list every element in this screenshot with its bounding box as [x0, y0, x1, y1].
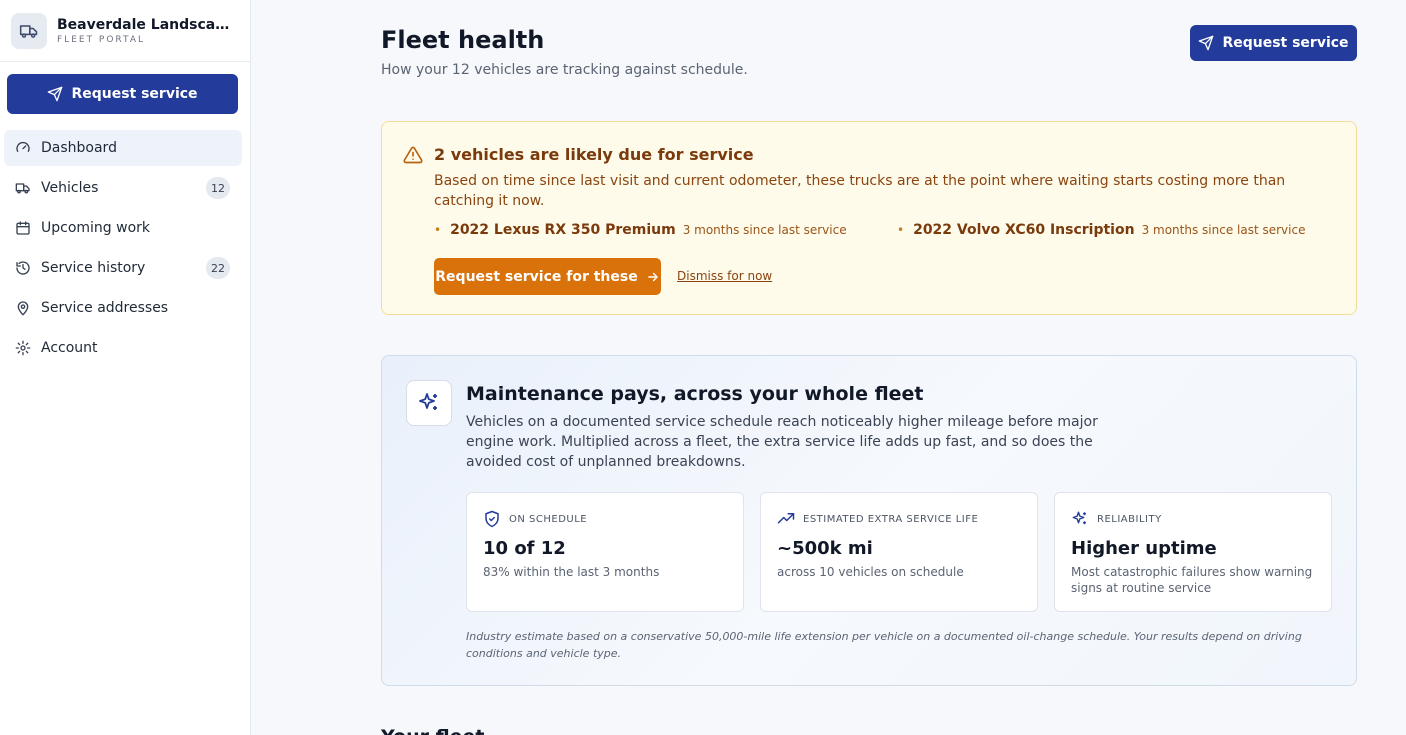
vehicle-last-service: 3 months since last service [1141, 223, 1306, 237]
sidebar-item-label: Service addresses [41, 300, 169, 316]
request-service-for-these-button[interactable]: Request service for these [434, 258, 661, 295]
arrow-right-icon [647, 272, 658, 281]
service-due-alert: 2 vehicles are likely due for service Ba… [381, 121, 1357, 315]
vehicle-name: 2022 Volvo XC60 Inscription [913, 222, 1135, 238]
stat-card-extra-service-life: ESTIMATED EXTRA SERVICE LIFE ~500k mi ac… [760, 492, 1038, 612]
stat-card-reliability: RELIABILITY Higher uptime Most catastrop… [1054, 492, 1332, 612]
warning-triangle-icon [403, 145, 423, 169]
page-subtitle: How your 12 vehicles are tracking agains… [381, 62, 748, 78]
stat-value: Higher uptime [1071, 538, 1217, 559]
sidebar-item-label: Account [41, 340, 98, 356]
sidebar: Beaverdale Landscaping FLEET PORTAL Requ… [0, 0, 251, 735]
page-title: Fleet health [381, 26, 545, 54]
stat-value: 10 of 12 [483, 538, 566, 559]
stat-note: 83% within the last 3 months [483, 565, 660, 579]
info-body: Vehicles on a documented service schedul… [466, 414, 1098, 470]
truck-logo-icon [11, 12, 47, 49]
maintenance-info-card: Maintenance pays, across your whole flee… [381, 355, 1357, 686]
gear-icon [14, 339, 32, 357]
brand-subtitle: FLEET PORTAL [57, 34, 146, 45]
sidebar-item-service-history[interactable]: Service history 22 [4, 250, 242, 286]
alert-title: 2 vehicles are likely due for service [434, 145, 754, 164]
vehicle-last-service: 3 months since last service [682, 223, 847, 237]
request-service-for-these-label: Request service for these [435, 268, 638, 285]
calendar-icon [14, 219, 32, 237]
map-pin-icon [14, 299, 32, 317]
service-history-count-badge: 22 [206, 257, 230, 279]
info-title: Maintenance pays, across your whole flee… [466, 383, 924, 405]
brand-name: Beaverdale Landscaping [57, 16, 233, 33]
fleet-section-heading: Your fleet [381, 726, 485, 735]
shield-check-icon [485, 510, 499, 528]
due-vehicle-list: • 2022 Lexus RX 350 Premium 3 months sin… [434, 222, 1334, 244]
sidebar-item-service-addresses[interactable]: Service addresses [4, 290, 242, 326]
send-icon [48, 86, 63, 102]
sidebar-item-label: Vehicles [41, 180, 99, 196]
alert-body: Based on time since last visit and curre… [434, 173, 1286, 209]
info-footnote: Industry estimate based on a conservativ… [466, 630, 1302, 660]
list-item[interactable]: • 2022 Volvo XC60 Inscription 3 months s… [897, 222, 1305, 238]
stat-value: ~500k mi [777, 538, 873, 559]
sidebar-nav: Dashboard Vehicles 12 Upcoming work Serv… [4, 130, 242, 370]
stat-label: RELIABILITY [1097, 513, 1162, 525]
send-icon [1199, 35, 1214, 51]
sidebar-item-label: Service history [41, 260, 146, 276]
sidebar-item-label: Dashboard [41, 140, 117, 156]
vehicles-count-badge: 12 [206, 177, 230, 199]
history-icon [14, 259, 32, 277]
sidebar-item-upcoming-work[interactable]: Upcoming work [4, 210, 242, 246]
sidebar-request-service-button[interactable]: Request service [7, 74, 238, 114]
gauge-icon [14, 139, 32, 157]
header-request-service-label: Request service [1222, 35, 1349, 51]
stats-row: ON SCHEDULE 10 of 12 83% within the last… [466, 492, 1333, 612]
truck-icon [14, 179, 32, 197]
sidebar-item-vehicles[interactable]: Vehicles 12 [4, 170, 242, 206]
bullet-icon: • [897, 223, 905, 237]
sidebar-item-dashboard[interactable]: Dashboard [4, 130, 242, 166]
header-request-service-button[interactable]: Request service [1190, 25, 1357, 61]
sparkles-icon [1072, 511, 1086, 525]
bullet-icon: • [434, 223, 442, 237]
dismiss-link[interactable]: Dismiss for now [677, 269, 772, 283]
stat-note: across 10 vehicles on schedule [777, 565, 964, 579]
stat-card-on-schedule: ON SCHEDULE 10 of 12 83% within the last… [466, 492, 744, 612]
list-item[interactable]: • 2022 Lexus RX 350 Premium 3 months sin… [434, 222, 847, 238]
trending-up-icon [777, 513, 795, 524]
stat-label: ESTIMATED EXTRA SERVICE LIFE [803, 513, 979, 525]
stat-note: Most catastrophic failures show warning … [1071, 565, 1313, 595]
vehicle-name: 2022 Lexus RX 350 Premium [450, 222, 676, 238]
sidebar-item-label: Upcoming work [41, 220, 151, 236]
sidebar-item-account[interactable]: Account [4, 330, 242, 366]
brand-header: Beaverdale Landscaping FLEET PORTAL [0, 0, 250, 62]
stat-label: ON SCHEDULE [509, 513, 588, 525]
sidebar-request-service-label: Request service [71, 86, 198, 102]
sparkles-icon [406, 380, 452, 426]
